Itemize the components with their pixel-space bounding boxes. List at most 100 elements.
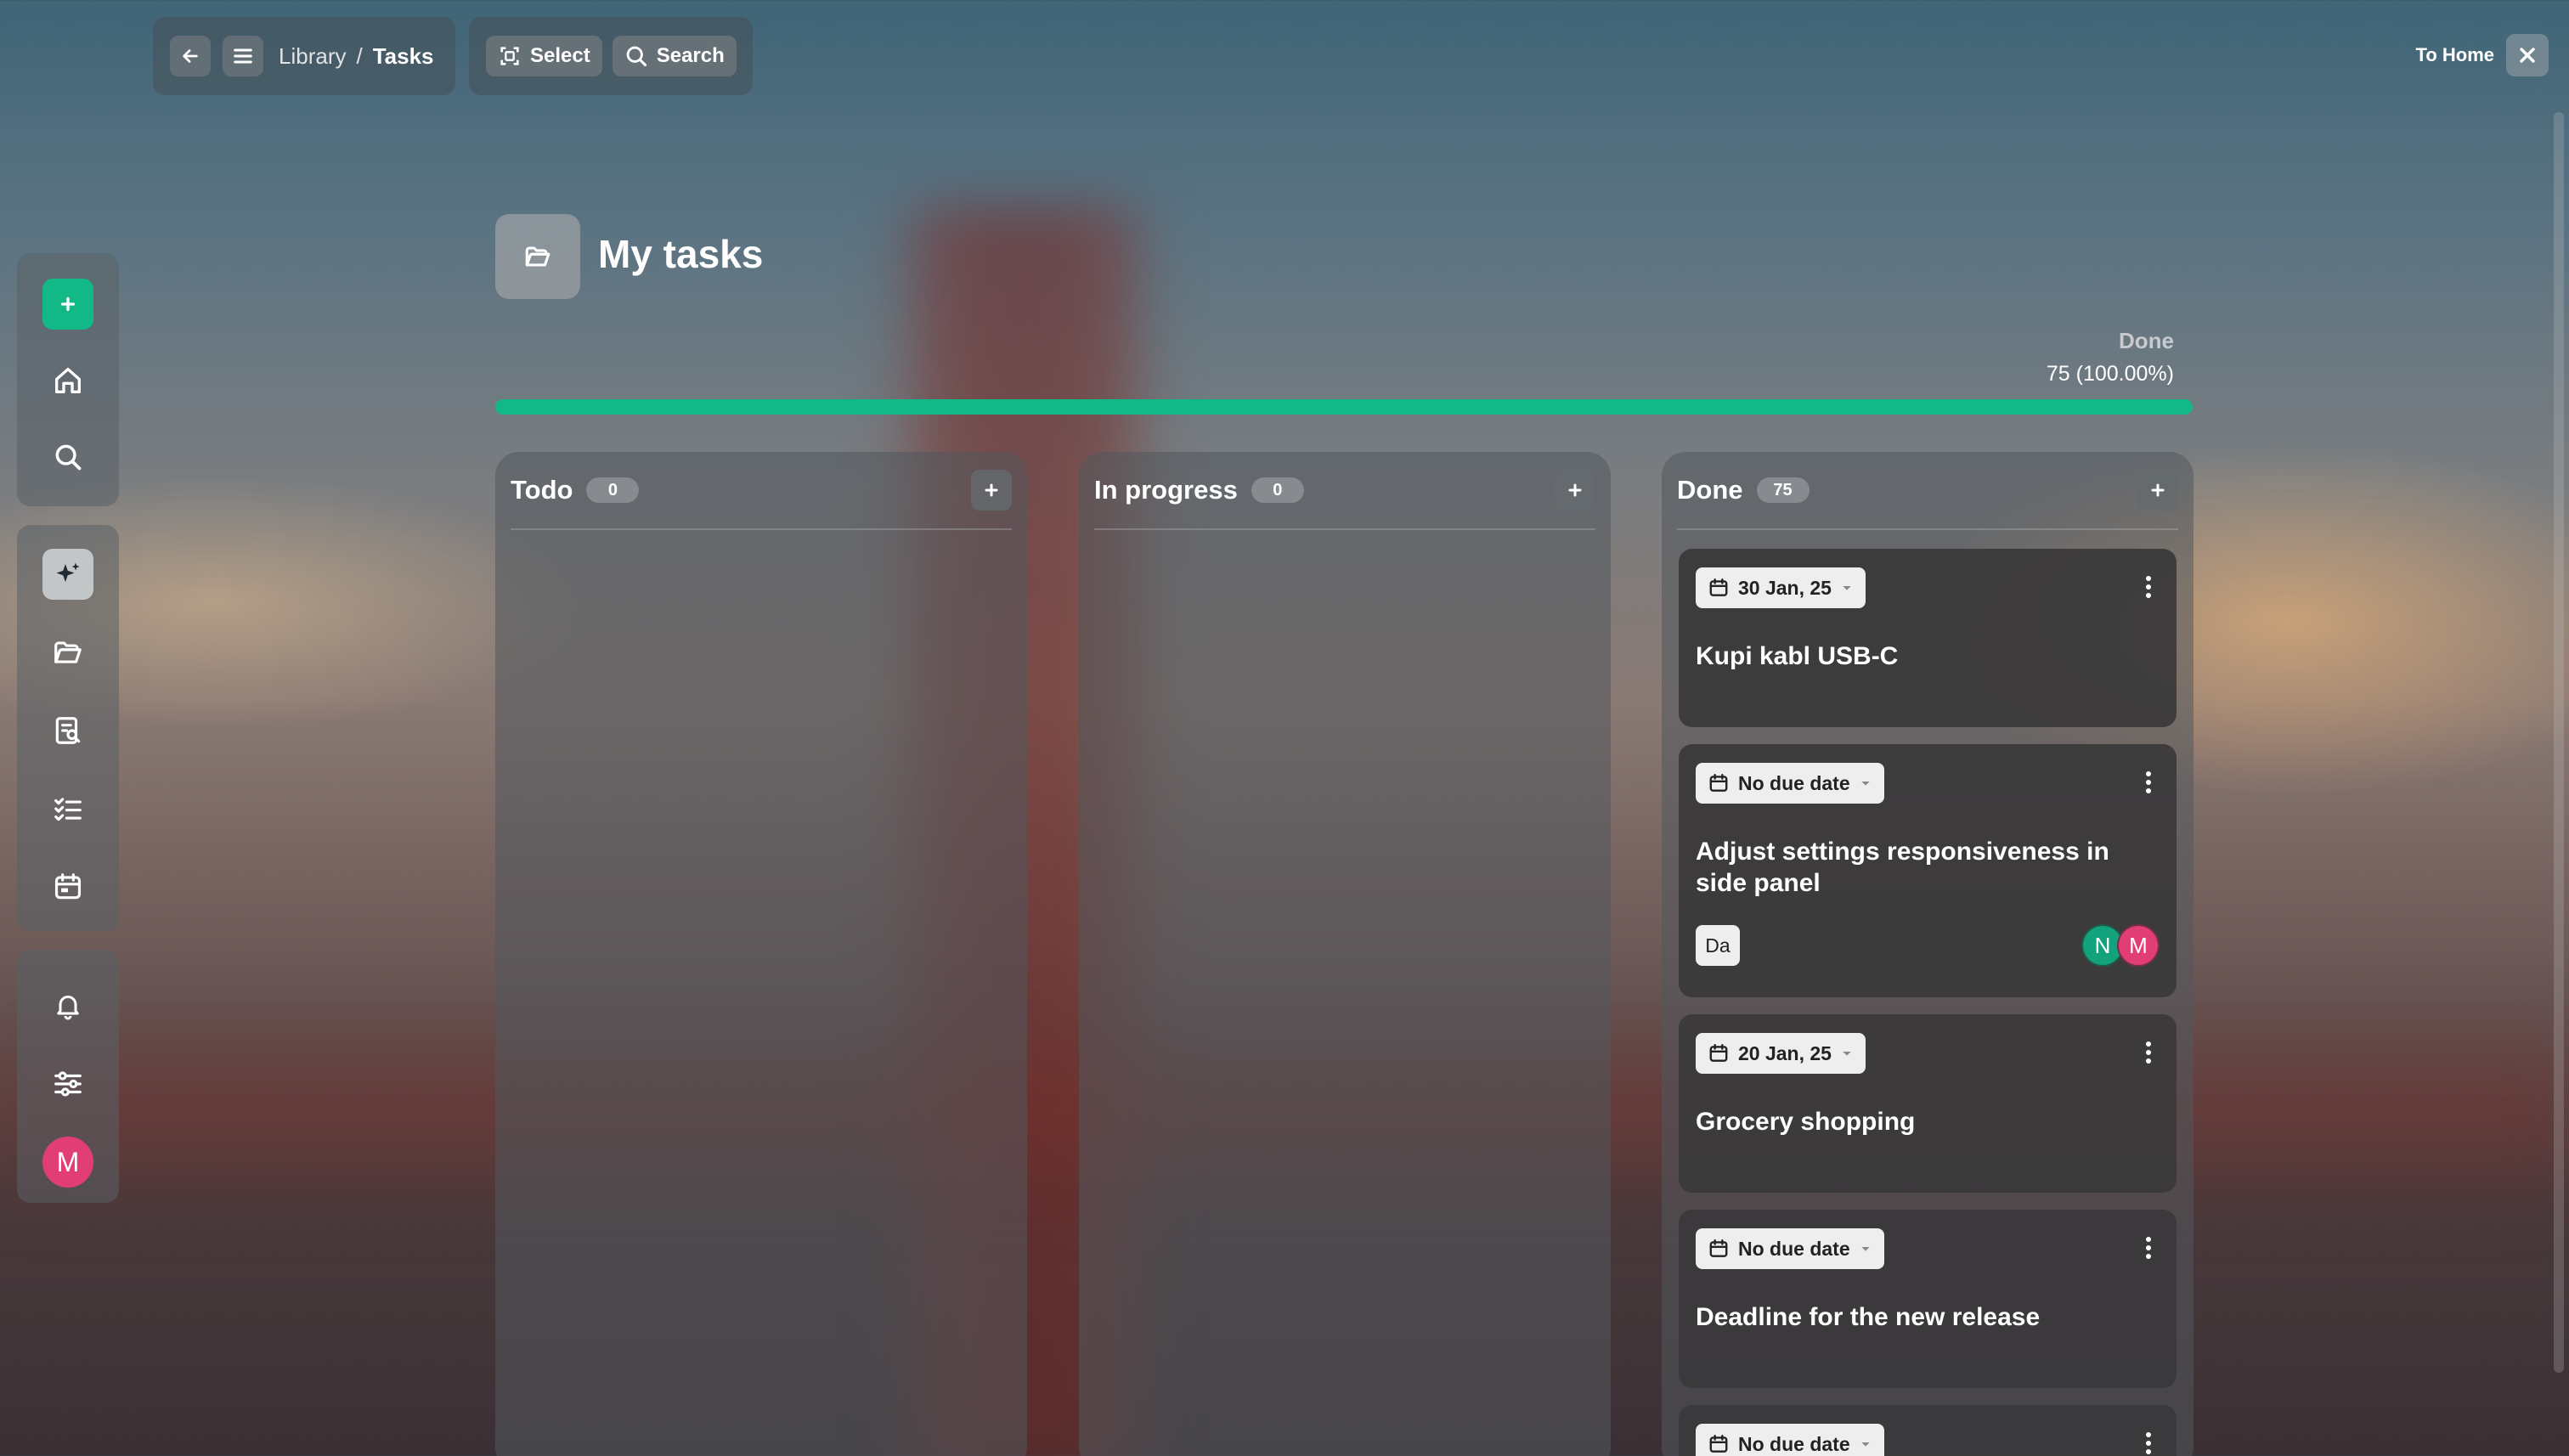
task-title: Deadline for the new release <box>1696 1303 2041 1331</box>
due-date-picker[interactable]: No due date <box>1696 1228 1884 1269</box>
sidebar-group-account: M <box>17 950 119 1203</box>
plus-icon <box>2151 483 2165 497</box>
card-footer: Da N M <box>1696 924 2160 967</box>
task-card[interactable]: 20 Jan, 25 Grocery shopping <box>1679 1014 2177 1193</box>
chevron-down-icon <box>1843 586 1851 590</box>
due-date-label: No due date <box>1738 1237 1850 1260</box>
add-task-button[interactable] <box>2137 470 2178 511</box>
home-icon <box>55 368 82 393</box>
card-menu-button[interactable] <box>2144 574 2153 604</box>
card-menu-button[interactable] <box>2144 770 2153 799</box>
select-icon <box>500 47 519 65</box>
calendar-icon <box>1709 1435 1728 1453</box>
due-date-label: No due date <box>1738 1432 1850 1455</box>
card-menu-button[interactable] <box>2144 1040 2153 1069</box>
chevron-down-icon <box>1843 1052 1851 1056</box>
card-menu-button[interactable] <box>2144 1235 2153 1265</box>
sidebar-home-button[interactable] <box>42 355 93 406</box>
select-button[interactable]: Select <box>486 36 602 76</box>
sparkles-icon <box>56 562 80 582</box>
assignees: N M <box>2081 924 2160 967</box>
column-count-badge: 0 <box>586 477 640 503</box>
sidebar-documents-button[interactable] <box>42 705 93 756</box>
more-vertical-icon <box>2146 576 2151 598</box>
menu-button[interactable] <box>223 36 263 76</box>
sidebar-search-button[interactable] <box>42 432 93 483</box>
column-header: In progress 0 <box>1094 452 1595 530</box>
chevron-down-icon <box>1860 1247 1870 1251</box>
sidebar-group-tools <box>17 525 119 931</box>
due-date-label: 20 Jan, 25 <box>1738 1041 1832 1064</box>
column-count-badge: 75 <box>1756 477 1810 503</box>
search-button[interactable]: Search <box>612 36 737 76</box>
plus-icon <box>985 483 998 497</box>
user-avatar[interactable]: M <box>42 1137 93 1188</box>
breadcrumb-library[interactable]: Library <box>279 43 346 70</box>
sidebar-tasks-button[interactable] <box>42 783 93 834</box>
calendar-icon <box>1709 1044 1728 1062</box>
tag-chip[interactable]: Da <box>1696 925 1740 966</box>
column-count-badge: 0 <box>1251 477 1304 503</box>
task-list-icon <box>54 798 82 821</box>
task-title: Grocery shopping <box>1696 1108 1916 1136</box>
topbar-actions: Select Search <box>469 17 753 95</box>
sidebar-ai-button[interactable] <box>42 549 93 600</box>
breadcrumb-separator: / <box>356 42 363 69</box>
task-title: Kupi kabl USB-C <box>1696 642 1899 670</box>
page-icon <box>495 214 580 299</box>
back-button[interactable] <box>170 36 211 76</box>
column-in-progress: In progress 0 <box>1079 452 1611 1456</box>
more-vertical-icon <box>2146 1432 2151 1454</box>
to-home[interactable]: To Home <box>2416 34 2549 76</box>
assignee-avatar[interactable]: M <box>2117 924 2160 967</box>
column-header: Done 75 <box>1677 452 2178 530</box>
task-card[interactable]: No due date Deadline for the new release <box>1679 1210 2177 1388</box>
due-date-picker[interactable]: No due date <box>1696 1424 1884 1456</box>
add-task-button[interactable] <box>971 470 1012 511</box>
task-card[interactable]: No due date <box>1679 1405 2177 1456</box>
task-title: Adjust settings responsiveness in side p… <box>1696 838 2109 897</box>
chevron-down-icon <box>1860 782 1870 786</box>
sidebar-calendar-button[interactable] <box>42 861 93 912</box>
progress-bar <box>495 399 2193 415</box>
more-vertical-icon <box>2146 1237 2151 1259</box>
column-header: Todo 0 <box>511 452 1012 530</box>
sidebar-add-button[interactable] <box>42 279 93 330</box>
arrow-left-icon <box>183 49 198 63</box>
sidebar-settings-button[interactable] <box>42 1058 93 1109</box>
topbar-navigation: Library / Tasks <box>153 17 455 95</box>
task-card[interactable]: No due date Adjust settings responsivene… <box>1679 744 2177 997</box>
sliders-icon <box>54 1071 82 1097</box>
to-home-label: To Home <box>2415 44 2494 65</box>
breadcrumb-current: Tasks <box>372 42 434 69</box>
sidebar-notifications-button[interactable] <box>42 980 93 1031</box>
progress-label: Done <box>2119 328 2174 353</box>
card-menu-button[interactable] <box>2144 1431 2153 1456</box>
column-todo: Todo 0 <box>495 452 1027 1456</box>
column-done: Done 75 30 Jan, 25 Kupi kabl USB-C No du… <box>1662 452 2194 1456</box>
calendar-icon <box>1709 774 1728 792</box>
close-icon <box>2520 48 2535 63</box>
column-title: In progress <box>1094 475 1238 505</box>
folder-open-icon <box>54 641 82 663</box>
page-title: My tasks <box>598 232 764 276</box>
search-icon <box>55 444 82 471</box>
close-button[interactable] <box>2506 34 2549 76</box>
column-title: Todo <box>511 475 573 505</box>
page-scrollbar[interactable] <box>2554 112 2564 1373</box>
calendar-icon <box>1709 1239 1728 1257</box>
sidebar-library-button[interactable] <box>42 627 93 678</box>
calendar-icon <box>1709 578 1728 596</box>
task-card[interactable]: 30 Jan, 25 Kupi kabl USB-C <box>1679 549 2177 727</box>
search-icon <box>626 46 646 67</box>
plus-icon <box>60 296 76 312</box>
due-date-picker[interactable]: 30 Jan, 25 <box>1696 567 1866 608</box>
more-vertical-icon <box>2146 771 2151 793</box>
progress-value: 75 (100.00%) <box>2046 362 2174 386</box>
add-task-button[interactable] <box>1555 470 1595 511</box>
plus-icon <box>1568 483 1582 497</box>
calendar-icon <box>54 873 82 900</box>
due-date-picker[interactable]: 20 Jan, 25 <box>1696 1033 1866 1074</box>
due-date-picker[interactable]: No due date <box>1696 763 1884 804</box>
chevron-down-icon <box>1860 1442 1870 1447</box>
